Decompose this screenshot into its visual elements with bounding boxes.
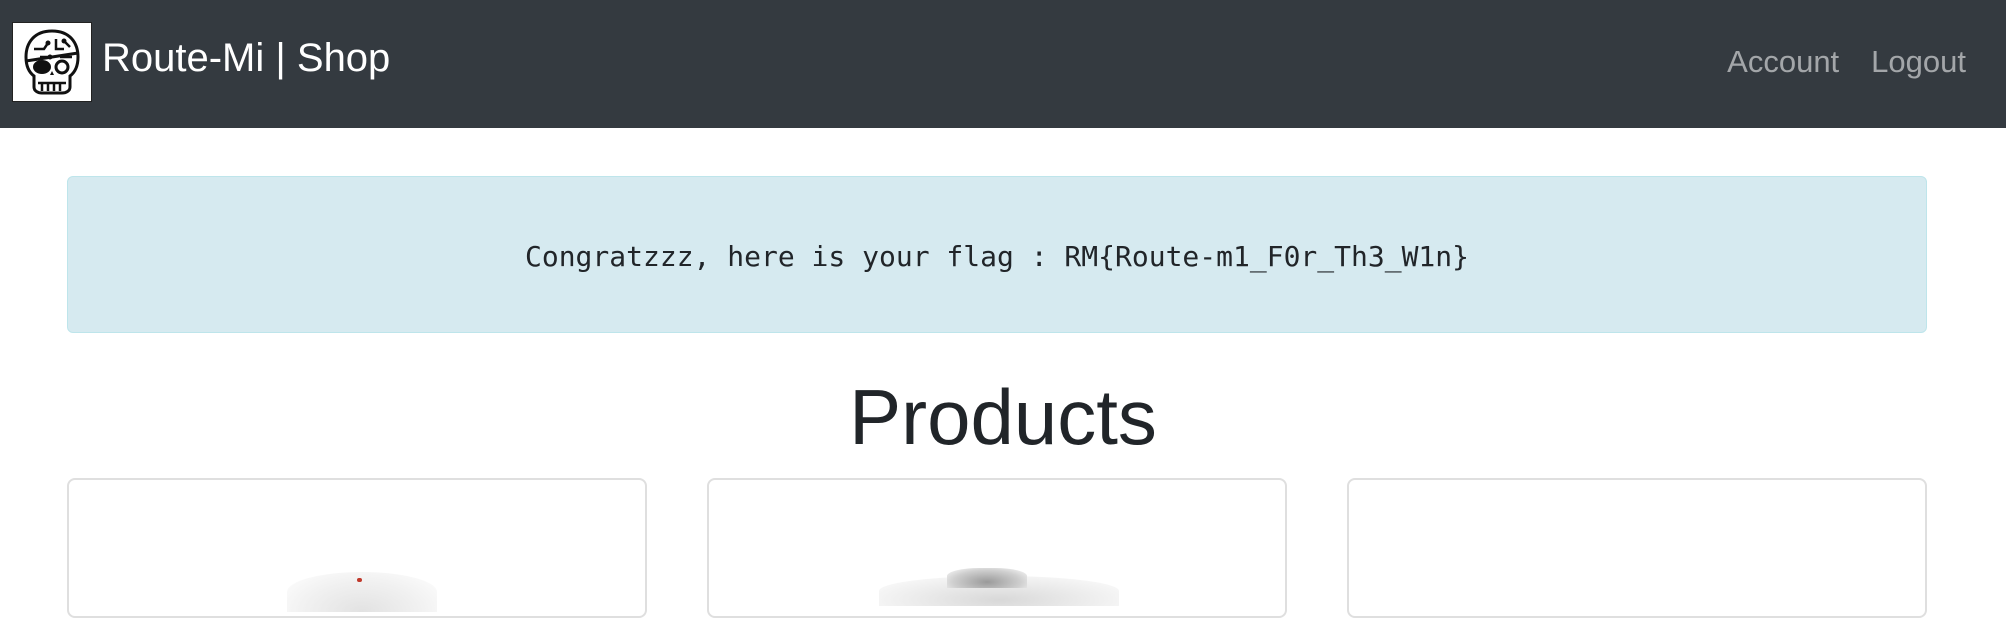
logout-link[interactable]: Logout	[1871, 40, 1966, 84]
nav-links: Account Logout	[1727, 40, 1966, 84]
page-title: Products	[849, 373, 1157, 461]
alert-message: Congratzzz, here is your flag : RM{Route…	[524, 240, 1469, 273]
product-image[interactable]	[709, 480, 1285, 616]
product-image-detail	[947, 568, 1027, 588]
skull-eyepatch-icon	[12, 22, 92, 102]
navbar: Route-Mi | Shop Account Logout	[0, 0, 2006, 128]
account-link[interactable]: Account	[1727, 40, 1839, 84]
product-card[interactable]	[1347, 478, 1927, 618]
brand-title: Route-Mi | Shop	[102, 36, 391, 80]
product-card[interactable]	[67, 478, 647, 618]
flag-alert: Congratzzz, here is your flag : RM{Route…	[67, 176, 1927, 333]
product-image[interactable]	[1349, 480, 1925, 616]
product-card[interactable]	[707, 478, 1287, 618]
product-image-detail	[357, 578, 362, 582]
product-image[interactable]	[69, 480, 645, 616]
brand-link[interactable]: Route-Mi | Shop	[12, 22, 390, 102]
product-image-shape	[287, 572, 437, 612]
